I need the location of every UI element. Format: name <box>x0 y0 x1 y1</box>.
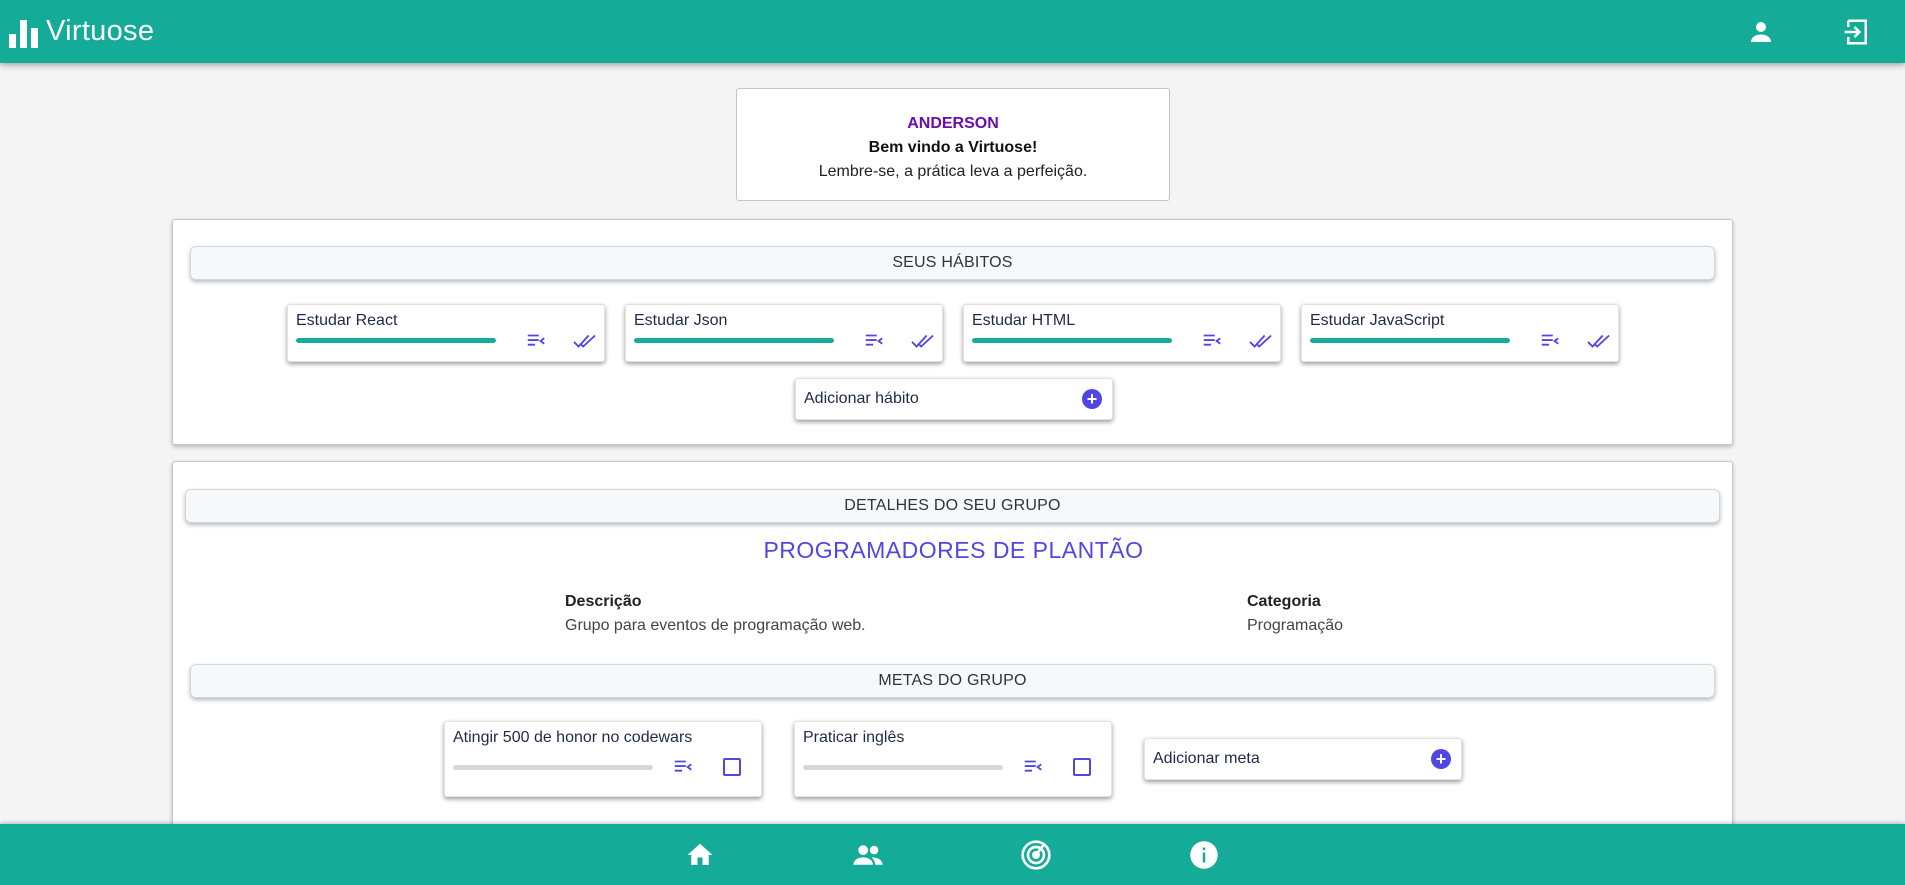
welcome-card: ANDERSON Bem vindo a Virtuose! Lembre-se… <box>736 88 1170 201</box>
goal-title: Atingir 500 de honor no codewars <box>453 729 693 746</box>
habit-details-button[interactable] <box>1200 329 1224 353</box>
welcome-message: Lembre-se, a prática leva a perfeição. <box>818 163 1088 180</box>
description-value: Grupo para eventos de programação web. <box>565 617 866 634</box>
habit-progress <box>634 338 834 343</box>
done-all-icon <box>1587 334 1610 348</box>
user-name: ANDERSON <box>907 115 999 132</box>
app-name: Virtuose <box>46 15 155 47</box>
nav-goals-button[interactable] <box>1019 838 1053 872</box>
checkbox-icon <box>1073 758 1091 776</box>
target-icon <box>1021 840 1051 870</box>
list-icon <box>527 334 545 346</box>
checkbox-icon <box>723 758 741 776</box>
group-name: PROGRAMADORES DE PLANTÃO <box>763 537 1144 563</box>
bar-chart-icon <box>9 19 38 48</box>
habit-title: Estudar React <box>296 312 398 329</box>
done-all-icon <box>1249 334 1272 348</box>
nav-home-button[interactable] <box>683 838 717 872</box>
list-icon <box>1024 760 1042 772</box>
goal-checkbox[interactable] <box>720 755 744 779</box>
logout-button[interactable] <box>1840 15 1874 49</box>
group-section: DETALHES DO SEU GRUPO PROGRAMADORES DE P… <box>172 461 1733 885</box>
habit-details-button[interactable] <box>862 329 886 353</box>
person-icon <box>1751 22 1771 42</box>
logout-icon <box>1844 19 1867 45</box>
category-label: Categoria <box>1247 593 1321 610</box>
goal-card: Praticar inglês <box>794 721 1112 797</box>
habit-card: Estudar HTML <box>963 304 1281 362</box>
list-icon <box>674 760 692 772</box>
habit-check-button[interactable] <box>1249 329 1273 353</box>
add-habit-button[interactable]: Adicionar hábito + <box>795 378 1113 420</box>
habit-details-button[interactable] <box>1538 329 1562 353</box>
nav-groups-button[interactable] <box>851 838 885 872</box>
habit-card: Estudar Json <box>625 304 943 362</box>
goal-details-button[interactable] <box>1021 755 1045 779</box>
habit-progress <box>972 338 1172 343</box>
list-icon <box>1203 334 1221 346</box>
habit-check-button[interactable] <box>573 329 597 353</box>
bottom-navigation <box>0 824 1905 885</box>
habits-title: SEUS HÁBITOS <box>190 246 1715 280</box>
group-title: DETALHES DO SEU GRUPO <box>185 489 1720 523</box>
habit-title: Estudar JavaScript <box>1310 312 1445 329</box>
goal-progress <box>453 765 653 770</box>
list-icon <box>865 334 883 346</box>
group-icon <box>853 845 883 865</box>
welcome-greeting: Bem vindo a Virtuose! <box>868 139 1038 156</box>
add-goal-button[interactable]: Adicionar meta + <box>1144 738 1462 780</box>
plus-circle-icon: + <box>1431 749 1451 769</box>
app-header: Virtuose <box>0 0 1905 63</box>
done-all-icon <box>911 334 934 348</box>
goal-checkbox[interactable] <box>1070 755 1094 779</box>
list-icon <box>1541 334 1559 346</box>
app-logo[interactable]: Virtuose <box>8 15 154 48</box>
habits-section: SEUS HÁBITOS Estudar React Estudar Json … <box>172 219 1733 445</box>
add-goal-label: Adicionar meta <box>1153 750 1260 767</box>
habit-card: Estudar JavaScript <box>1301 304 1619 362</box>
info-icon <box>1190 841 1218 869</box>
habit-title: Estudar HTML <box>972 312 1076 329</box>
add-habit-label: Adicionar hábito <box>804 390 919 407</box>
goal-details-button[interactable] <box>671 755 695 779</box>
habit-details-button[interactable] <box>524 329 548 353</box>
description-label: Descrição <box>565 593 642 610</box>
habit-card: Estudar React <box>287 304 605 362</box>
profile-button[interactable] <box>1744 15 1778 49</box>
nav-info-button[interactable] <box>1187 838 1221 872</box>
goal-progress <box>803 765 1003 770</box>
goal-title: Praticar inglês <box>803 729 905 746</box>
goal-card: Atingir 500 de honor no codewars <box>444 721 762 797</box>
habit-check-button[interactable] <box>911 329 935 353</box>
habit-progress <box>1310 338 1510 343</box>
goals-title: METAS DO GRUPO <box>190 664 1715 698</box>
habit-title: Estudar Json <box>634 312 728 329</box>
plus-circle-icon: + <box>1082 389 1102 409</box>
done-all-icon <box>573 334 596 348</box>
category-value: Programação <box>1247 617 1344 634</box>
habit-progress <box>296 338 496 343</box>
home-icon <box>687 843 713 865</box>
habit-check-button[interactable] <box>1587 329 1611 353</box>
